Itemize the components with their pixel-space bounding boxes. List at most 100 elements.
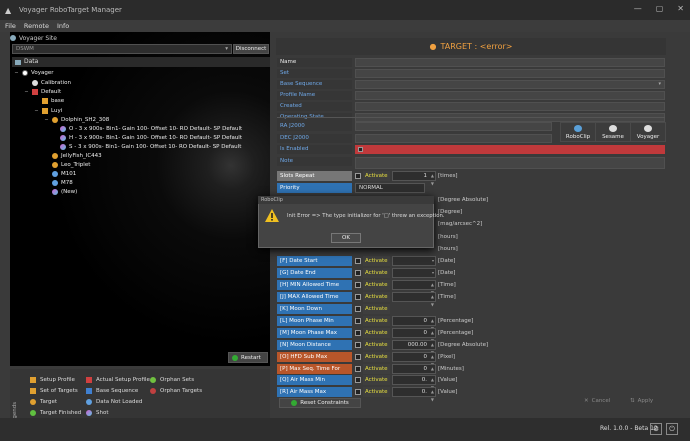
unit-label: [Percentage]: [438, 330, 474, 336]
constraint-value[interactable]: 000.00▲▼: [392, 340, 436, 355]
tree-node-label: S - 3 x 900s- Bin1- Gain 100- Offset 10-…: [69, 144, 242, 150]
tree-node-default[interactable]: − Default: [24, 89, 61, 95]
legend-label: Base Sequence: [96, 388, 139, 394]
site-combo[interactable]: DSWM ▾: [12, 44, 232, 54]
collapse-icon[interactable]: −: [44, 117, 49, 123]
tree-node-calibration[interactable]: Calibration: [32, 80, 71, 86]
power-icon[interactable]: ⏻: [666, 423, 678, 435]
voyager-button[interactable]: Voyager: [630, 122, 666, 142]
tree-node-target[interactable]: M101: [52, 171, 76, 177]
slots-repeat-spinner[interactable]: 1 ▲ ▼: [392, 171, 436, 186]
activate-checkbox[interactable]: [355, 173, 361, 179]
constraint-row: [F] Date Start Activate ▾ [Date]: [277, 256, 537, 266]
activate-checkbox[interactable]: [355, 270, 361, 276]
is-enabled-field[interactable]: [355, 145, 665, 154]
settings-icon[interactable]: ⚙: [650, 423, 662, 435]
constraint-value[interactable]: 0.▲▼: [392, 375, 436, 390]
reset-constraints-button[interactable]: Reset Constraints: [279, 398, 361, 408]
constraint-value[interactable]: 0▲▼: [392, 364, 436, 379]
activate-checkbox[interactable]: [355, 342, 361, 348]
ra-field[interactable]: [355, 122, 552, 131]
profile-name-field[interactable]: [355, 91, 665, 100]
tree-node-luyi[interactable]: − Luyi: [34, 108, 62, 114]
menu-remote[interactable]: Remote: [24, 22, 49, 30]
divider: [277, 117, 665, 118]
menu-file[interactable]: File: [5, 22, 16, 30]
window-title: Voyager RoboTarget Manager: [19, 6, 122, 14]
roboclip-button[interactable]: RoboClip: [560, 122, 596, 142]
target-finished-icon: [30, 410, 36, 416]
is-enabled-checkbox[interactable]: [358, 147, 363, 152]
dropdown-icon[interactable]: ▾: [432, 269, 434, 277]
constraint-value[interactable]: 0.▲▼: [392, 387, 436, 402]
unit-label: [Pixel]: [438, 354, 456, 360]
activate-checkbox[interactable]: [355, 330, 361, 336]
collapse-icon[interactable]: −: [24, 89, 29, 95]
tool-label: Voyager: [636, 133, 660, 140]
maximize-icon[interactable]: ▢: [656, 4, 664, 13]
cancel-label: Cancel: [591, 398, 611, 404]
note-field[interactable]: [355, 157, 665, 169]
priority-select[interactable]: NORMAL: [355, 183, 425, 193]
constraint-value[interactable]: 0▲▼: [392, 328, 436, 343]
activate-checkbox[interactable]: [355, 389, 361, 395]
tree-node-target[interactable]: − Dolphin_SH2_308: [44, 117, 109, 123]
activate-checkbox[interactable]: [355, 282, 361, 288]
tree-node-target[interactable]: Leo_Triplet: [52, 162, 90, 168]
dec-field[interactable]: [355, 134, 552, 143]
tree-node-base[interactable]: base: [42, 98, 64, 104]
constraint-value[interactable]: 0▲▼: [392, 316, 436, 331]
apply-button[interactable]: ⇅ Apply: [630, 398, 653, 404]
activate-checkbox[interactable]: [355, 306, 361, 312]
tree-node-new[interactable]: (New): [52, 189, 77, 195]
activate-checkbox[interactable]: [355, 318, 361, 324]
cancel-button[interactable]: ✕ Cancel: [584, 398, 610, 404]
data-header: Data: [12, 57, 270, 67]
set-icon: [42, 98, 48, 104]
tree-node-label: Default: [41, 89, 62, 95]
tree-node-voyager[interactable]: − Voyager: [14, 70, 53, 76]
base-sequence-icon: [86, 388, 92, 394]
restart-button[interactable]: Restart: [228, 352, 268, 363]
dropdown-icon[interactable]: ▾: [432, 257, 434, 265]
collapse-icon[interactable]: −: [34, 108, 39, 114]
close-icon[interactable]: ✕: [677, 4, 684, 13]
data-not-loaded-icon: [86, 399, 92, 405]
tree-node-shot[interactable]: S - 3 x 900s- Bin1- Gain 100- Offset 10-…: [60, 144, 241, 150]
constraint-value[interactable]: ▲▼: [392, 280, 436, 295]
activate-checkbox[interactable]: [355, 258, 361, 264]
constraint-value[interactable]: ▾: [392, 268, 436, 278]
collapse-icon[interactable]: −: [14, 70, 19, 76]
minimize-icon[interactable]: —: [634, 4, 642, 13]
spinner-arrows-icon[interactable]: ▲▼: [431, 388, 434, 404]
tree-node-target[interactable]: M78: [52, 180, 73, 186]
set-field[interactable]: [355, 69, 665, 78]
shot-icon: [86, 410, 92, 416]
sesame-button[interactable]: Sesame: [595, 122, 631, 142]
name-field[interactable]: [355, 58, 665, 67]
base-sequence-field[interactable]: ▾: [355, 80, 665, 89]
spinner-value: 1: [423, 173, 428, 179]
tree-node-shot[interactable]: O - 3 x 900s- Bin1- Gain 100- Offset 10-…: [60, 126, 242, 132]
unit-label: [mag/arcsec^2]: [438, 221, 483, 227]
ok-button[interactable]: OK: [331, 233, 361, 243]
activate-checkbox[interactable]: [355, 377, 361, 383]
constraint-label: [N] Moon Distance: [277, 340, 352, 350]
legend-item: Set of Targets: [30, 388, 78, 394]
activate-checkbox[interactable]: [355, 294, 361, 300]
voyager-icon: [644, 124, 652, 132]
data-tree[interactable]: − Voyager Calibration − Default base − L…: [14, 68, 264, 348]
activate-checkbox[interactable]: [355, 354, 361, 360]
constraint-value[interactable]: ▲▼: [392, 292, 436, 307]
constraint-value[interactable]: 0▲▼: [392, 352, 436, 367]
constraint-row: [P] Max Seq. Time For Night Activate0▲▼[M…: [277, 364, 537, 382]
tree-node-shot[interactable]: H - 3 x 900s- Bin1- Gain 100- Offset 10-…: [60, 135, 242, 141]
tree-node-target[interactable]: JellyFish_IC443: [52, 153, 102, 159]
constraint-value[interactable]: ▾: [392, 256, 436, 266]
activate-checkbox[interactable]: [355, 366, 361, 372]
disconnect-button[interactable]: Disconnect: [233, 44, 269, 54]
legend-label: Target Finished: [40, 410, 82, 416]
menu-info[interactable]: Info: [57, 22, 69, 30]
created-field[interactable]: [355, 102, 665, 111]
field-label: Note: [277, 157, 352, 166]
